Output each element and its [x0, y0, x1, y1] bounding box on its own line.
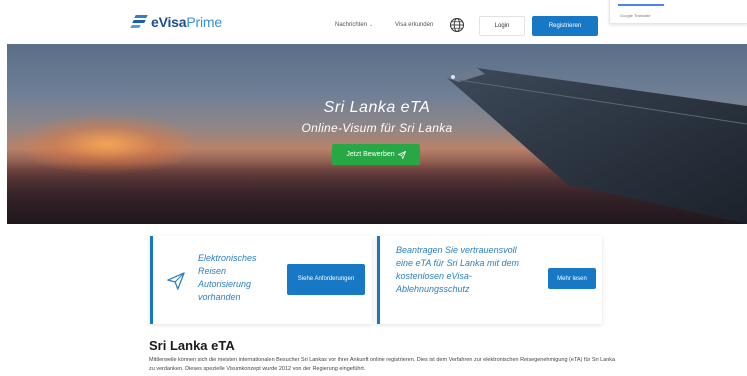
rejection-protection-card: Beantragen Sie vertrauensvoll eine eTA f… — [377, 236, 602, 324]
hero-banner: Sri Lanka eTA Online-Visum für Sri Lanka… — [7, 44, 747, 224]
logo-mark-icon — [130, 15, 148, 29]
paper-plane-icon — [167, 272, 185, 290]
google-translate-label: Google Translate — [620, 13, 651, 18]
see-requirements-button[interactable]: Siehe Anforderungen — [287, 264, 365, 295]
nav-explore-visa[interactable]: Visa erkunden — [395, 22, 433, 28]
logo-text-brand: eVisa — [151, 14, 187, 30]
apply-now-button[interactable]: Jetzt Bewerben — [332, 144, 420, 165]
login-button[interactable]: Login — [479, 16, 525, 36]
apply-now-label: Jetzt Bewerben — [346, 151, 395, 158]
register-button[interactable]: Registrieren — [532, 16, 598, 36]
read-more-button[interactable]: Mehr lesen — [548, 268, 596, 289]
page: eVisaPrime Nachrichten ⌄ Visa erkunden Lo… — [0, 0, 747, 376]
google-translate-bar — [618, 4, 664, 6]
eta-available-text: Elektronisches Reisen Autorisierung vorh… — [198, 253, 257, 302]
nav-news-dropdown[interactable]: Nachrichten ⌄ — [335, 22, 373, 28]
hero-title: Sri Lanka eTA — [323, 99, 431, 116]
nav-news-label: Nachrichten — [335, 22, 368, 28]
google-translate-panel[interactable]: Google Translate — [609, 0, 747, 24]
paper-plane-icon — [397, 150, 406, 159]
language-selector[interactable] — [449, 17, 465, 33]
logo-text-light: Prime — [186, 14, 222, 30]
site-logo[interactable]: eVisaPrime — [130, 14, 222, 30]
rejection-protection-text: Beantragen Sie vertrauensvoll eine eTA f… — [396, 245, 520, 294]
eta-available-card: Elektronisches Reisen Autorisierung vorh… — [150, 236, 372, 324]
hero-subtitle: Online-Visum für Sri Lanka — [301, 121, 453, 135]
globe-icon — [450, 18, 464, 32]
chevron-down-icon: ⌄ — [369, 22, 374, 28]
section-title: Sri Lanka eTA — [149, 338, 235, 353]
section-paragraph: Mittlerweile können sich die meisten int… — [149, 357, 616, 372]
